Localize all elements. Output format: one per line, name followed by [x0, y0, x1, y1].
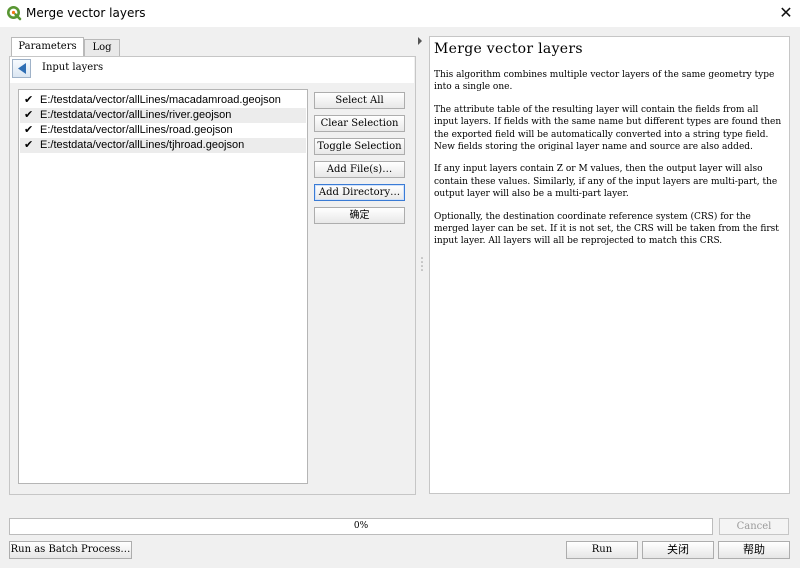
splitter-handle-icon[interactable] — [421, 256, 423, 272]
list-item[interactable]: ✔ E:/testdata/vector/allLines/macadamroa… — [20, 93, 306, 108]
toggle-selection-button[interactable]: Toggle Selection — [314, 138, 405, 155]
window-title: Merge vector layers — [26, 6, 146, 20]
title-bar: Merge vector layers ✕ — [0, 0, 800, 27]
run-as-batch-button[interactable]: Run as Batch Process… — [9, 541, 132, 559]
add-directory-button[interactable]: Add Directory… — [314, 184, 405, 201]
layer-path: E:/testdata/vector/allLines/macadamroad.… — [40, 94, 281, 106]
arrow-left-icon — [18, 63, 26, 74]
help-paragraph: This algorithm combines multiple vector … — [434, 70, 775, 93]
layer-path: E:/testdata/vector/allLines/tjhroad.geoj… — [40, 139, 245, 151]
list-item[interactable]: ✔ E:/testdata/vector/allLines/road.geojs… — [20, 123, 306, 138]
input-layers-label: Input layers — [42, 62, 104, 73]
help-title: Merge vector layers — [434, 41, 583, 57]
back-button[interactable] — [12, 59, 31, 78]
close-window-icon[interactable]: ✕ — [776, 2, 796, 24]
select-all-button[interactable]: Select All — [314, 92, 405, 109]
list-item[interactable]: ✔ E:/testdata/vector/allLines/tjhroad.ge… — [20, 138, 306, 153]
layer-path: E:/testdata/vector/allLines/road.geojson — [40, 124, 233, 136]
tab-log[interactable]: Log — [84, 39, 120, 56]
help-button[interactable]: 帮助 — [718, 541, 790, 559]
input-layers-list[interactable]: ✔ E:/testdata/vector/allLines/macadamroa… — [18, 89, 308, 484]
collapse-arrow-icon[interactable] — [417, 37, 423, 45]
list-item[interactable]: ✔ E:/testdata/vector/allLines/river.geoj… — [20, 108, 306, 123]
progress-bar: 0% — [9, 518, 713, 535]
help-paragraph: If any input layers contain Z or M value… — [434, 164, 778, 200]
checkbox-checked-icon[interactable]: ✔ — [24, 109, 34, 120]
close-button[interactable]: 关闭 — [642, 541, 714, 559]
help-panel: Merge vector layers This algorithm combi… — [429, 36, 790, 494]
add-files-button[interactable]: Add File(s)… — [314, 161, 405, 178]
checkbox-checked-icon[interactable]: ✔ — [24, 94, 34, 105]
help-paragraph: Optionally, the destination coordinate r… — [434, 211, 779, 247]
clear-selection-button[interactable]: Clear Selection — [314, 115, 405, 132]
ok-button[interactable]: 确定 — [314, 207, 405, 224]
cancel-button[interactable]: Cancel — [719, 518, 789, 535]
checkbox-checked-icon[interactable]: ✔ — [24, 139, 34, 150]
layer-path: E:/testdata/vector/allLines/river.geojso… — [40, 109, 232, 121]
checkbox-checked-icon[interactable]: ✔ — [24, 124, 34, 135]
run-button[interactable]: Run — [566, 541, 638, 559]
tab-parameters[interactable]: Parameters — [11, 37, 84, 56]
help-paragraph: The attribute table of the resulting lay… — [434, 104, 782, 153]
qgis-logo-icon — [7, 6, 22, 21]
